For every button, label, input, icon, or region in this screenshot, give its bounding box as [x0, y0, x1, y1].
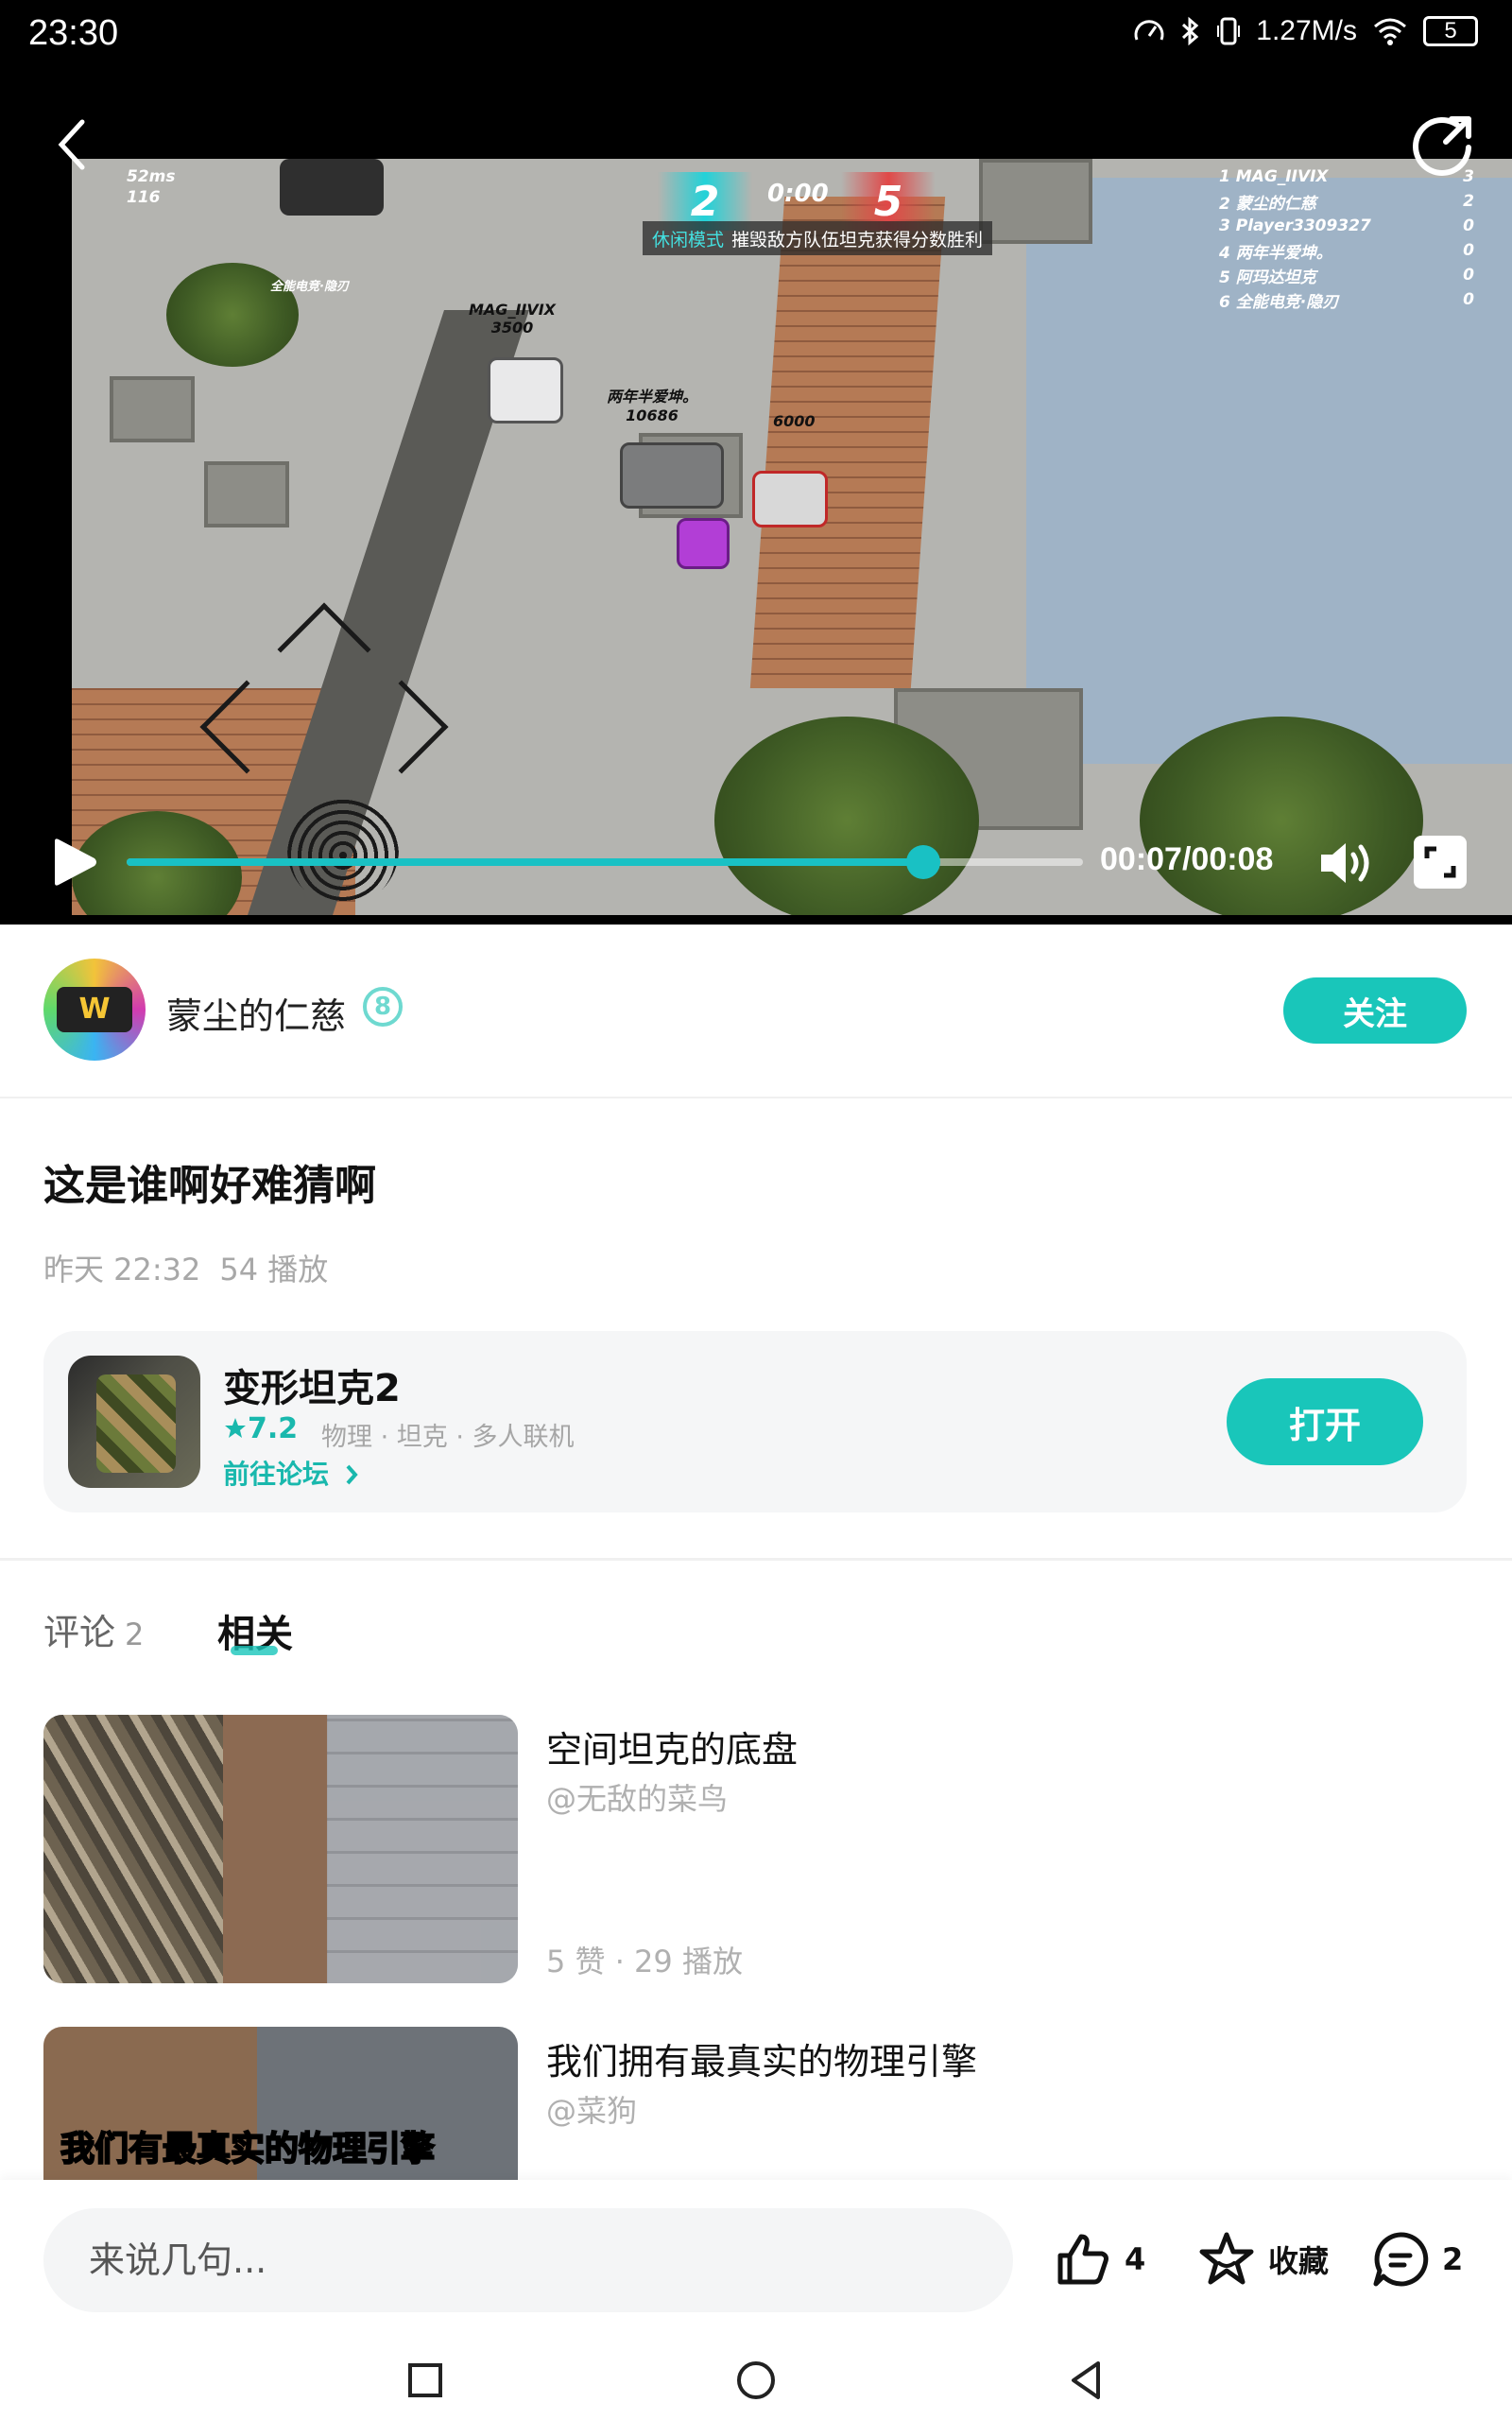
video-frame: 52ms 116 2 0:00 5 休闲模式 摧毁敌方队伍坦克获得分数胜利 1 MA… [72, 159, 1512, 915]
recents-button[interactable] [403, 2358, 448, 2403]
square-icon [408, 2363, 442, 2397]
fullscreen-button[interactable] [1414, 836, 1467, 889]
game-block [979, 159, 1092, 244]
thumbnail-caption: 我们有最真实的物理引擎 [60, 2129, 436, 2169]
progress-fill [127, 858, 923, 866]
tab-active-indicator [231, 1646, 278, 1655]
play-button[interactable] [49, 836, 100, 889]
avatar-logo: W [57, 987, 132, 1032]
game-card[interactable]: 变形坦克2 7.2 物理 · 坦克 · 多人联机 前往论坛 打开 [43, 1331, 1467, 1512]
game-name: 变形坦克2 [223, 1367, 401, 1410]
game-block [110, 376, 195, 442]
back-nav-button[interactable] [1064, 2358, 1109, 2403]
open-game-button[interactable]: 打开 [1227, 1378, 1423, 1465]
speedometer-icon [1134, 20, 1164, 41]
battery-level: 5 [1444, 18, 1457, 43]
level-badge: 8 [363, 987, 403, 1027]
progress-handle[interactable] [905, 845, 940, 879]
status-bar: 23:30 1.27M/s 5 [0, 0, 1512, 78]
vibrate-icon [1217, 17, 1241, 45]
bluetooth-icon [1182, 16, 1199, 46]
related-title: 空间坦克的底盘 [546, 1729, 799, 1771]
volume-button[interactable] [1317, 838, 1372, 889]
hud-ping: 52ms 116 [127, 167, 176, 207]
avatar[interactable]: W [43, 959, 146, 1061]
player-name-tag: 6000 [773, 412, 816, 430]
game-block [204, 461, 289, 527]
favorite-button[interactable]: 收藏 [1196, 2229, 1329, 2290]
back-button[interactable] [49, 115, 94, 174]
star-icon [225, 1418, 246, 1438]
related-author: @菜狗 [546, 2093, 638, 2129]
share-button[interactable] [1410, 112, 1476, 178]
post-plays: 54 播放 [219, 1252, 329, 1288]
network-speed: 1.27M/s [1256, 15, 1357, 46]
game-tags: 物理 · 坦克 · 多人联机 [321, 1423, 575, 1452]
hud-match-clock: 0:00 [767, 180, 829, 208]
chevron-left-icon [58, 119, 85, 170]
like-button[interactable]: 4 [1053, 2229, 1145, 2290]
post-title: 这是谁啊好难猜啊 [43, 1162, 376, 1210]
forum-link[interactable]: 前往论坛 [223, 1454, 359, 1492]
comment-bubble-icon [1373, 2232, 1429, 2287]
author-row: W 蒙尘的仁慈 8 关注 [0, 925, 1512, 1098]
comment-count: 2 [1442, 2241, 1464, 2277]
scoreboard-row: 4 两年半爱坤。 0 [1219, 241, 1474, 263]
favorite-label: 收藏 [1268, 2243, 1330, 2279]
scoreboard-row: 6 全能电竞·隐刃 0 [1219, 290, 1474, 312]
wifi-icon [1374, 18, 1406, 45]
game-tank-white [488, 357, 563, 424]
author-name[interactable]: 蒙尘的仁慈 [166, 987, 346, 1039]
related-stats: 5 赞 · 29 播放 [546, 1944, 743, 1979]
game-rating: 7.2 [223, 1412, 298, 1445]
game-tank-dark [280, 159, 384, 216]
home-button[interactable] [733, 2358, 779, 2403]
game-tank-grey [620, 442, 724, 509]
system-nav-bar [0, 2341, 1512, 2420]
circle-icon [737, 2361, 775, 2399]
scoreboard-row: 3 Player3309327 0 [1219, 216, 1474, 235]
related-author: @无敌的菜鸟 [546, 1781, 729, 1817]
thumbs-up-icon [1057, 2234, 1108, 2285]
follow-button[interactable]: 关注 [1283, 977, 1467, 1044]
game-brick-wall [749, 197, 946, 688]
related-thumbnail [43, 1715, 518, 1983]
video-player[interactable]: 52ms 116 2 0:00 5 休闲模式 摧毁敌方队伍坦克获得分数胜利 1 MA… [0, 78, 1512, 925]
chevron-right-icon [346, 1464, 358, 1485]
player-name-tag: 两年半爱坤。 10686 [607, 388, 698, 424]
status-time: 23:30 [28, 13, 119, 53]
related-title: 我们拥有最真实的物理引擎 [546, 2041, 978, 2083]
player-controls: 00:07/00:08 [0, 815, 1512, 909]
play-icon [55, 838, 96, 886]
player-name-tag: 全能电竞·隐刃 [270, 280, 349, 294]
game-powerup [677, 518, 730, 569]
volume-icon [1321, 843, 1369, 883]
related-video-item[interactable]: 空间坦克的底盘 @无敌的菜鸟 5 赞 · 29 播放 [43, 1715, 1467, 1983]
bottom-action-bar: 4 收藏 2 [0, 2180, 1512, 2341]
section-divider [0, 1558, 1512, 1561]
hud-mode-banner: 休闲模式 摧毁敌方队伍坦克获得分数胜利 [643, 221, 993, 255]
player-name-tag: MAG_IIVIX 3500 [469, 301, 557, 337]
progress-bar[interactable] [127, 845, 1083, 879]
like-count: 4 [1125, 2241, 1146, 2277]
hud-scoreboard: 1 MAG_IIVIX 3 2 蒙尘的仁慈 2 3 Player3309327 0 4… [1219, 164, 1474, 312]
share-icon [1413, 116, 1471, 176]
post-meta: 昨天 22:32 54 播放 [43, 1246, 328, 1289]
triangle-back-icon [1072, 2361, 1100, 2399]
scoreboard-row: 2 蒙尘的仁慈 2 [1219, 192, 1474, 214]
star-outline-icon [1199, 2232, 1254, 2285]
status-icons: 1.27M/s 5 [1133, 15, 1478, 47]
comment-button[interactable]: 2 [1370, 2229, 1463, 2290]
comment-input[interactable] [43, 2208, 1013, 2312]
game-tank-red [752, 471, 828, 527]
video-time: 00:07/00:08 [1100, 841, 1274, 877]
scoreboard-row: 5 阿玛达坦克 0 [1219, 266, 1474, 287]
game-icon [68, 1356, 200, 1488]
battery-icon: 5 [1423, 16, 1478, 46]
post-date: 昨天 22:32 [43, 1252, 201, 1288]
fullscreen-icon [1424, 846, 1456, 878]
tab-comments[interactable]: 评论 2 [43, 1603, 144, 1655]
